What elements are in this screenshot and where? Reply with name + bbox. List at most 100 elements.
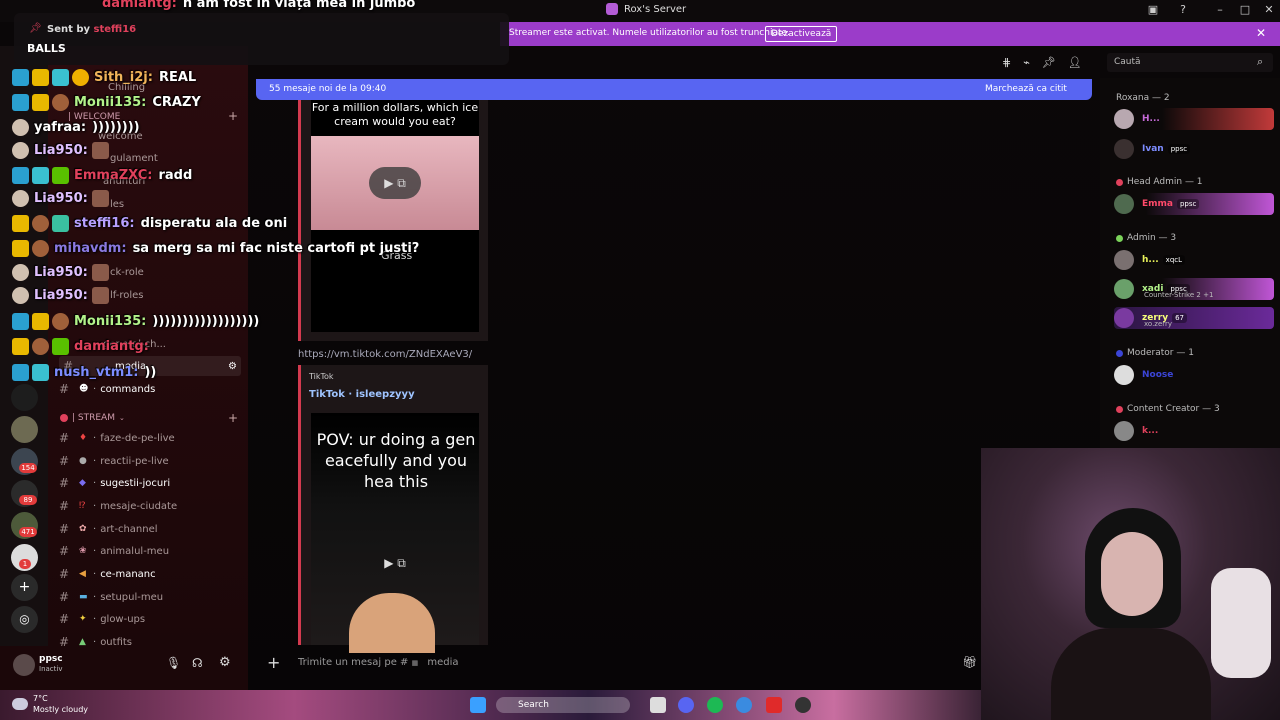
member-item[interactable]: Ivan ppsc	[1114, 138, 1274, 160]
cloud-icon	[12, 698, 28, 710]
emote-icon	[91, 141, 109, 159]
embed-video[interactable]: For a million dollars, which ice cream w…	[311, 100, 479, 332]
file-explorer-icon[interactable]	[650, 697, 666, 713]
search-icon: ⌕	[1257, 55, 1264, 68]
close-banner-icon[interactable]: ✕	[1256, 26, 1266, 40]
hash-icon: #	[59, 476, 70, 490]
member-item[interactable]: xadi ppsc Counter-Strike 2 +1	[1114, 278, 1274, 300]
member-item[interactable]: Noose	[1114, 364, 1274, 386]
gift-icon[interactable]: 🎁︎	[962, 655, 977, 669]
emote-icon	[32, 239, 49, 257]
member-item[interactable]: k...	[1114, 420, 1274, 442]
emote-icon	[91, 189, 109, 207]
add-channel-icon[interactable]: +	[228, 411, 238, 425]
play-icon[interactable]: ▶ ⧉	[369, 167, 421, 199]
settings-icon[interactable]: ⚙	[228, 361, 237, 372]
avatar	[1114, 421, 1134, 441]
inbox-icon[interactable]: ▣	[1146, 3, 1160, 17]
emote-icon	[32, 337, 49, 355]
badge-icon	[52, 214, 69, 232]
channel-item[interactable]: lf-roles	[110, 285, 144, 305]
embed-title-link[interactable]: TikTok · isleepzyyy	[309, 389, 415, 400]
app-icon[interactable]	[766, 697, 782, 713]
obs-icon[interactable]	[795, 697, 811, 713]
hash-icon: #	[59, 567, 70, 581]
threads-icon[interactable]: ⋕	[1002, 56, 1011, 69]
close-window-icon[interactable]: ✕	[1262, 3, 1276, 17]
avatar	[1114, 365, 1134, 385]
hash-icon: #	[59, 382, 70, 396]
minimize-icon[interactable]: –	[1213, 3, 1227, 17]
overlay-chat-line: mihavdm: sa merg sa mi fac niste cartofi…	[12, 237, 419, 259]
badge-icon	[52, 68, 69, 86]
channel-item[interactable]: # ✦ · glow-ups	[59, 609, 145, 629]
member-item[interactable]: h... xqcL	[1114, 249, 1274, 271]
pinned-message-popup: 📌︎ Sent by steffi16 BALLS	[14, 13, 509, 65]
mark-as-read-button[interactable]: Marchează ca citit	[985, 84, 1067, 94]
category-stream[interactable]: | STREAM ⌄	[60, 413, 125, 423]
channel-item[interactable]: # ▬ · setupul-meu	[59, 587, 163, 607]
search-input[interactable]: Caută ⌕	[1107, 53, 1273, 72]
red-dot-icon	[60, 414, 68, 422]
hash-icon: #	[59, 590, 70, 604]
hash-icon: #	[59, 522, 70, 536]
discord-icon[interactable]	[678, 697, 694, 713]
message-composer[interactable]: + Trimite un mesaj pe # ▦ media 🎁︎	[256, 650, 986, 676]
server-icon[interactable]	[11, 416, 38, 443]
video-face	[349, 593, 435, 653]
avatar[interactable]	[13, 654, 35, 676]
overlay-chat-line: Lia950:	[12, 261, 112, 283]
user-settings-icon[interactable]: ⚙	[219, 655, 231, 670]
message-link[interactable]: https://vm.tiktok.com/ZNdEXAeV3/	[298, 349, 472, 360]
edge-icon[interactable]	[736, 697, 752, 713]
add-channel-icon[interactable]: +	[228, 109, 238, 123]
member-item[interactable]: Emma ppsc	[1114, 193, 1274, 215]
hash-icon: #	[59, 544, 70, 558]
robot-icon: ☻	[79, 384, 89, 394]
overlay-chat-line: Monii135: ))))))))))))))))))	[12, 310, 259, 332]
webcam-overlay	[981, 448, 1280, 720]
channel-item[interactable]: # ⁉ · mesaje-ciudate	[59, 496, 177, 516]
emote-icon	[52, 93, 69, 111]
embed-video[interactable]: POV: ur doing a gen eacefully and you he…	[311, 413, 479, 653]
mute-bell-icon[interactable]: ⌁	[1023, 56, 1030, 69]
channel-item[interactable]: # ◆ · sugestii-jocuri	[59, 473, 170, 493]
embed-video-text: POV: ur doing a gen eacefully and you he…	[316, 430, 476, 491]
hash-icon: #	[59, 454, 70, 468]
crown-icon	[32, 68, 49, 86]
embed-question: For a million dollars, which ice cream w…	[311, 101, 479, 128]
face-icon: ●	[79, 456, 87, 466]
channel-item[interactable]: # ♦ · faze-de-pe-live	[59, 428, 175, 448]
microphone-icon[interactable]: 🎙︎	[166, 656, 181, 670]
play-icon[interactable]: ▶ ⧉	[369, 547, 421, 579]
help-icon[interactable]: ?	[1176, 3, 1190, 17]
attach-icon[interactable]: +	[267, 653, 280, 672]
member-item[interactable]: H...	[1114, 108, 1274, 130]
disable-streamer-button[interactable]: Dezactivează	[765, 26, 838, 42]
sent-by-line: Sent by steffi16	[47, 24, 137, 35]
channel-item[interactable]: # ● · reactii-pe-live	[59, 451, 169, 471]
headphones-icon[interactable]: ☊	[192, 656, 203, 670]
avatar	[1114, 279, 1134, 299]
spotify-icon[interactable]	[707, 697, 723, 713]
streamer-mode-banner: Streamer este activat. Numele utilizator…	[500, 22, 1280, 46]
channel-item[interactable]: # ✿ · art-channel	[59, 519, 158, 539]
new-messages-bar[interactable]: 55 mesaje noi de la 09:40 Marchează ca c…	[256, 79, 1092, 100]
channel-item[interactable]: # ❀ · animalul-meu	[59, 541, 169, 561]
channel-item[interactable]: ck-role	[110, 262, 144, 282]
discover-icon[interactable]: ◎	[11, 606, 38, 633]
server-icon-w2g[interactable]	[11, 384, 38, 411]
weather-widget[interactable]: 7°C Mostly cloudy	[33, 693, 88, 715]
member-list-icon[interactable]: 👤︎	[1068, 56, 1082, 69]
channel-item[interactable]: les	[110, 194, 124, 214]
windows-start-icon[interactable]	[470, 697, 486, 713]
add-server-icon[interactable]: +	[11, 574, 38, 601]
taskbar-search[interactable]: Search	[496, 697, 630, 713]
server-logo-icon	[606, 3, 618, 15]
hash-icon: #	[59, 612, 70, 626]
maximize-icon[interactable]: □	[1238, 3, 1252, 17]
member-item[interactable]: zerry 67 xo.zerry	[1114, 307, 1274, 329]
pin-icon[interactable]: 📌︎	[1042, 56, 1056, 69]
unread-badge: 1	[19, 559, 31, 569]
channel-item[interactable]: # ◀ · ce-mananc	[59, 564, 156, 584]
